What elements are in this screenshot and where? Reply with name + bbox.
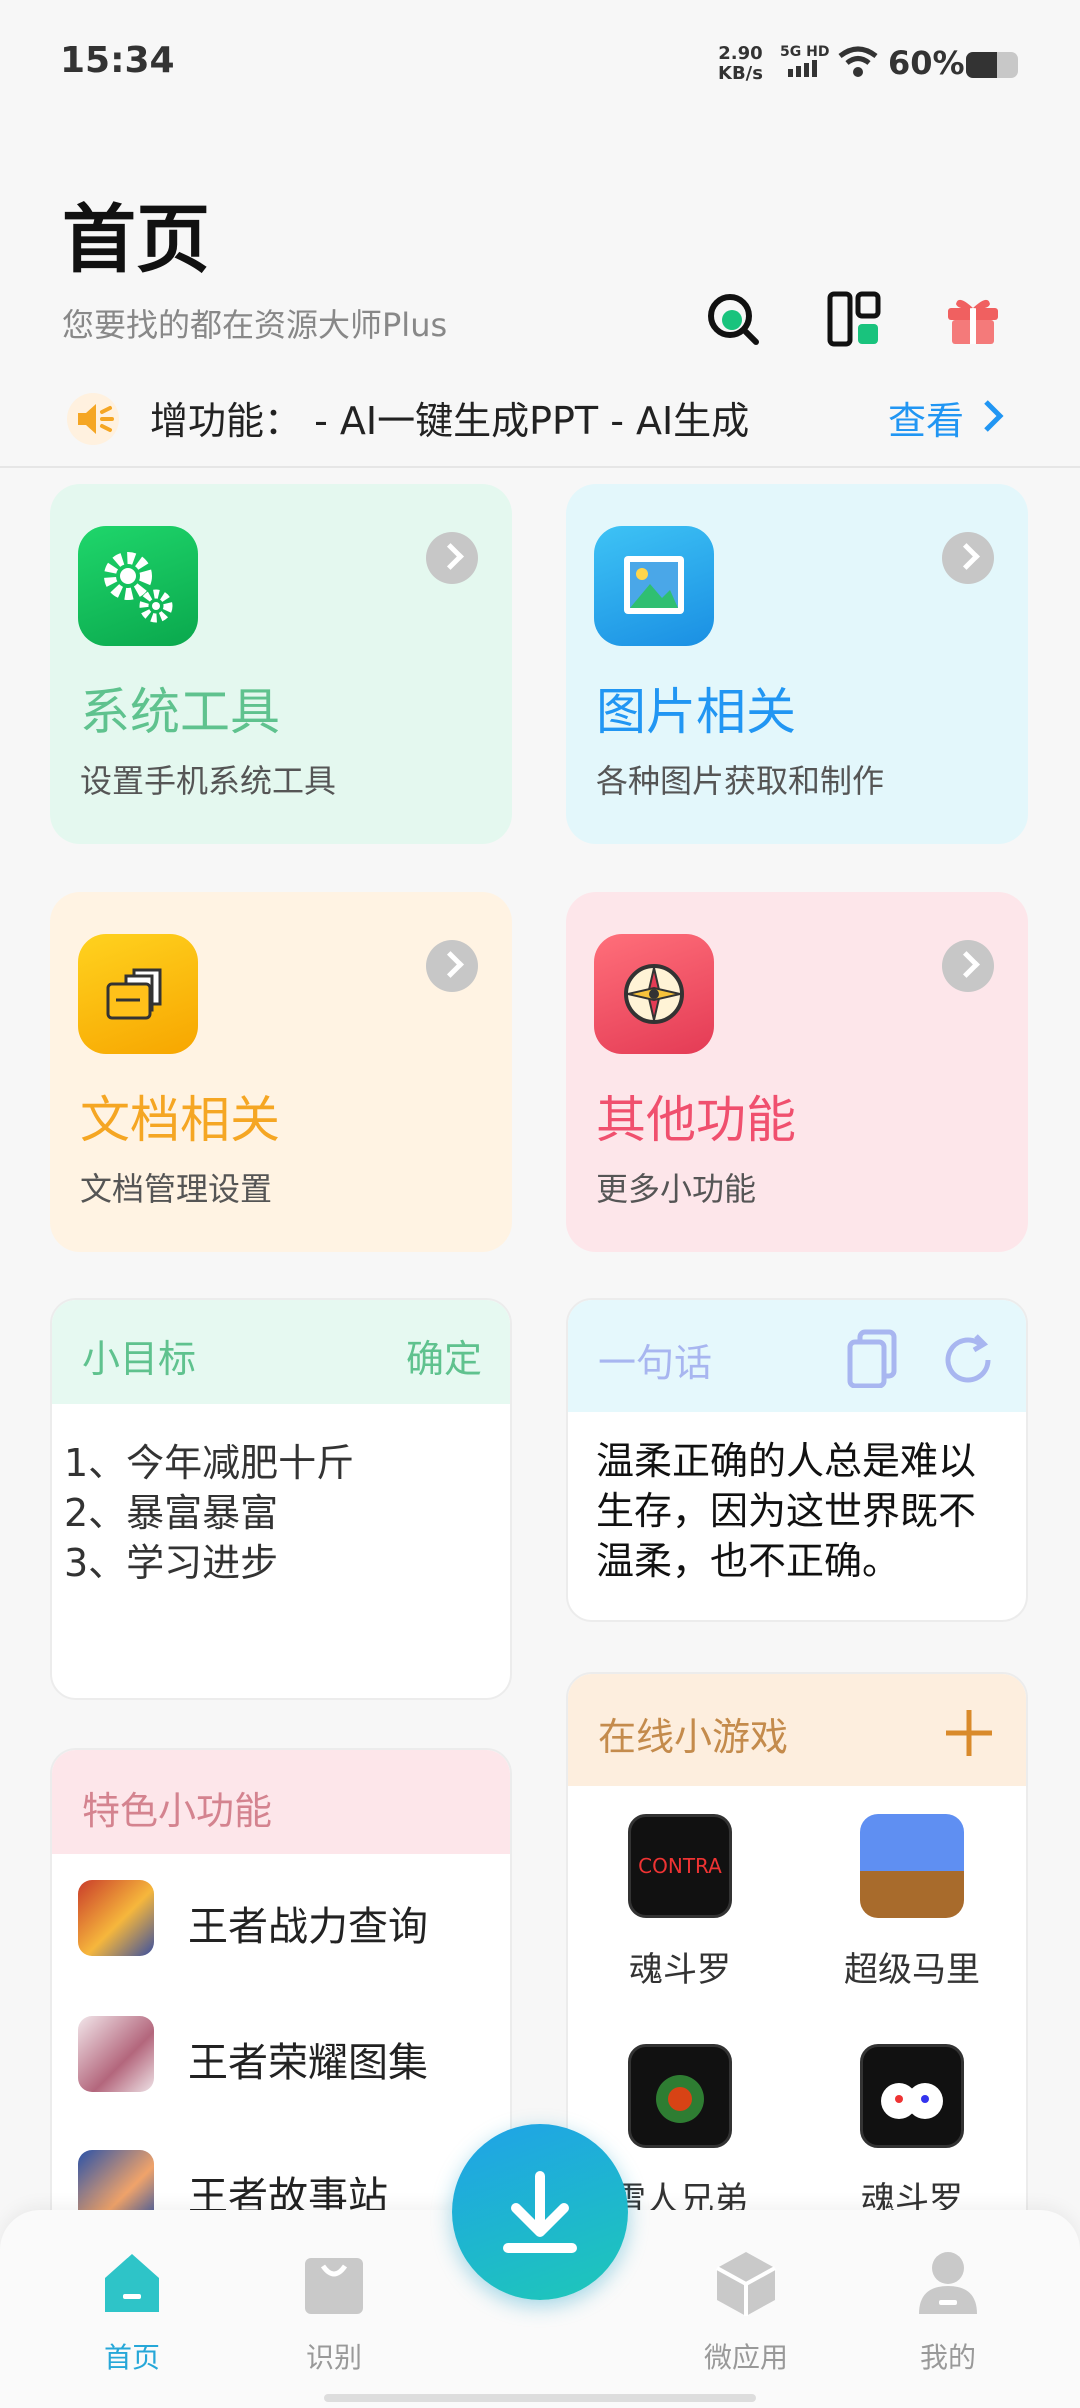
contra-icon: CONTRA: [628, 1814, 732, 1918]
add-icon[interactable]: [944, 1708, 994, 1758]
nav-home[interactable]: 首页: [62, 2248, 202, 2376]
feature-label: 王者战力查询: [188, 1904, 428, 1950]
goal-header: 小目标 确定: [52, 1300, 510, 1404]
svg-text:CONTRA: CONTRA: [638, 1854, 722, 1878]
signal-label: 5G HD: [780, 44, 830, 60]
feature-item[interactable]: 王者荣耀图集: [78, 2016, 498, 2096]
notice-bar[interactable]: 增功能： - AI一键生成PPT - AI生成 查看: [0, 378, 1080, 468]
gift-icon[interactable]: [944, 290, 1002, 348]
net-speed: 2.90 KB/s: [718, 43, 763, 84]
goal-item: 2、暴富暴富: [64, 1491, 279, 1535]
game-item[interactable]: 超级马里: [812, 1814, 1012, 1991]
header-divider: [0, 466, 1080, 468]
nav-label: 首页: [103, 2341, 160, 2374]
nav-recognize[interactable]: 识别: [264, 2248, 404, 2376]
user-icon: [919, 2252, 977, 2314]
features-title: 特色小功能: [82, 1789, 273, 1833]
layout-icon[interactable]: [826, 290, 884, 348]
download-icon: [503, 2171, 577, 2253]
goal-item: 3、学习进步: [64, 1541, 279, 1585]
gesture-bar: [324, 2394, 756, 2402]
notice-more-link[interactable]: 查看: [888, 390, 964, 445]
nav-profile[interactable]: 我的: [878, 2248, 1018, 2376]
game-label: 超级马里: [844, 1950, 980, 1990]
notice-text: 增功能： - AI一键生成PPT - AI生成: [150, 399, 750, 443]
card-other-tools[interactable]: 其他功能 更多小功能: [566, 892, 1028, 1252]
card-image-tools[interactable]: 图片相关 各种图片获取和制作: [566, 484, 1028, 844]
chevron-right-icon: [426, 940, 478, 992]
card-desc: 各种图片获取和制作: [596, 762, 885, 800]
features-widget: 特色小功能 王者战力查询 王者荣耀图集 王者故事站: [50, 1748, 512, 2248]
card-title: 系统工具: [80, 683, 280, 741]
nav-label: 微应用: [703, 2341, 788, 2374]
mario-icon: [860, 1814, 964, 1918]
card-title: 其他功能: [596, 1091, 796, 1149]
search-icon[interactable]: [704, 290, 762, 348]
folder-icon: [78, 934, 198, 1054]
games-header: 在线小游戏: [568, 1674, 1026, 1786]
card-desc: 更多小功能: [596, 1170, 757, 1208]
speaker-icon: [67, 393, 119, 445]
quote-widget: 一句话 温柔正确的人总是难以生存，因为这世界既不温柔，也不正确。: [566, 1298, 1028, 1622]
game-item[interactable]: 魂斗罗: [812, 2044, 1012, 2221]
battery-icon: [966, 52, 1018, 78]
card-desc: 文档管理设置: [80, 1170, 273, 1208]
page-subtitle: 您要找的都在资源大师Plus: [62, 306, 448, 344]
game-item[interactable]: CONTRA 魂斗罗: [580, 1814, 780, 1991]
chevron-right-icon: [942, 940, 994, 992]
picture-icon: [594, 526, 714, 646]
wifi-icon: [838, 46, 878, 77]
card-desc: 设置手机系统工具: [80, 762, 337, 800]
quote-header: 一句话: [568, 1300, 1026, 1412]
status-bar: 15:34 2.90 KB/s 5G HD 60%: [0, 0, 1080, 130]
download-button[interactable]: [452, 2124, 628, 2300]
bag-icon: [305, 2258, 363, 2314]
feature-item[interactable]: 王者战力查询: [78, 1880, 498, 1960]
goal-list[interactable]: 1、今年减肥十斤 2、暴富暴富 3、学习进步: [64, 1438, 354, 1588]
goal-confirm-button[interactable]: 确定: [406, 1328, 482, 1383]
card-system-tools[interactable]: 系统工具 设置手机系统工具: [50, 484, 512, 844]
nav-label: 识别: [305, 2341, 362, 2374]
nav-label: 我的: [919, 2341, 976, 2374]
compass-icon: [594, 934, 714, 1054]
features-header: 特色小功能: [52, 1750, 510, 1854]
chevron-right-icon: [942, 532, 994, 584]
signal-icon: [788, 60, 817, 77]
nav-micro-apps[interactable]: 微应用: [676, 2248, 816, 2376]
feature-label: 王者荣耀图集: [188, 2040, 428, 2086]
home-icon: [105, 2254, 159, 2312]
cube-icon: [716, 2252, 776, 2316]
game-label: 魂斗罗: [629, 1950, 731, 1990]
game-snow-icon: [860, 2044, 964, 2148]
games-widget: 在线小游戏 CONTRA 魂斗罗 超级马里 雪人兄弟 魂斗罗: [566, 1672, 1028, 2248]
games-title: 在线小游戏: [598, 1715, 789, 1759]
quote-title: 一句话: [598, 1341, 713, 1385]
gallery-thumbnail-icon: [78, 2016, 154, 2092]
battery-percent: 60%: [888, 44, 965, 82]
status-time: 15:34: [60, 40, 175, 81]
snow-bros-icon: [628, 2044, 732, 2148]
chevron-right-icon: [984, 400, 1004, 432]
card-title: 文档相关: [80, 1091, 280, 1149]
gear-icon: [78, 526, 198, 646]
goal-widget: 小目标 确定 1、今年减肥十斤 2、暴富暴富 3、学习进步: [50, 1298, 512, 1700]
copy-icon[interactable]: [846, 1328, 898, 1388]
card-title: 图片相关: [596, 683, 796, 741]
game-thumbnail-icon: [78, 1880, 154, 1956]
page-title: 首页: [62, 197, 210, 283]
chevron-right-icon: [426, 532, 478, 584]
goal-item: 1、今年减肥十斤: [64, 1441, 355, 1485]
refresh-icon[interactable]: [940, 1332, 996, 1388]
goal-title: 小目标: [82, 1337, 197, 1381]
quote-text: 温柔正确的人总是难以生存，因为这世界既不温柔，也不正确。: [596, 1439, 977, 1583]
card-document-tools[interactable]: 文档相关 文档管理设置: [50, 892, 512, 1252]
